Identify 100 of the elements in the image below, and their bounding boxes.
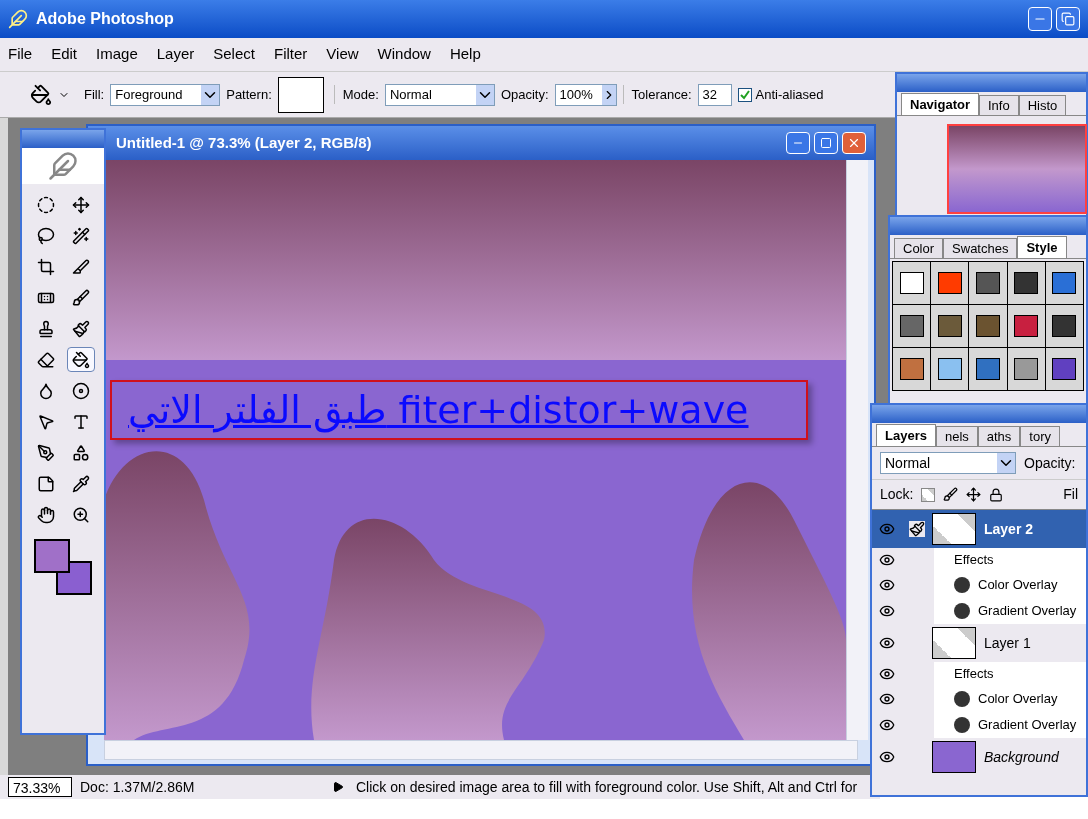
mode-label: Mode: <box>333 84 379 105</box>
panel-tab[interactable]: Style <box>1017 236 1067 258</box>
menu-item[interactable]: Edit <box>51 43 78 66</box>
style-swatch[interactable] <box>937 358 962 380</box>
effect-name: Color Overlay <box>978 690 1058 709</box>
status-hint: Click on desired image area to fill with foreground color. Use Shift, Alt and Ctrl for <box>356 777 858 797</box>
style-swatch[interactable] <box>1014 358 1039 380</box>
menu-item[interactable]: Image <box>96 43 138 66</box>
fill-label: Fil <box>1063 485 1078 504</box>
lock-label: Lock: <box>880 485 914 504</box>
vertical-scrollbar[interactable] <box>846 160 868 740</box>
effects-label: Effects <box>953 551 994 570</box>
status-menu-icon[interactable] <box>332 781 344 793</box>
visibility-eye-icon[interactable] <box>879 749 895 765</box>
window-title: Adobe Photoshop <box>36 9 174 29</box>
paint-bucket-icon[interactable] <box>66 347 95 372</box>
dropdown-caret-icon[interactable] <box>997 453 1015 473</box>
effect-name: Gradient Overlay <box>978 716 1077 735</box>
panel-tab[interactable]: Swatches <box>943 238 1018 258</box>
style-swatch[interactable] <box>937 272 962 294</box>
lock-transparency-icon[interactable] <box>921 487 936 502</box>
style-swatch[interactable] <box>1052 315 1077 337</box>
style-swatch[interactable] <box>976 358 1000 380</box>
color-swatch[interactable] <box>34 539 70 573</box>
menu-item[interactable]: Select <box>213 43 255 66</box>
menu-item[interactable]: File <box>8 43 33 66</box>
style-swatch[interactable] <box>1052 358 1077 380</box>
layer-row[interactable]: Layer 2 <box>872 510 1086 548</box>
panel-tab[interactable]: Info <box>978 95 1019 115</box>
document-title: Untitled-1 @ 73.3% (Layer 2, RGB/8) <box>116 132 372 153</box>
fill-dropdown[interactable]: Foreground <box>110 83 221 106</box>
visibility-eye-icon[interactable] <box>879 577 895 593</box>
minimize-icon[interactable] <box>786 132 810 154</box>
blend-mode-dropdown[interactable]: Normal <box>880 452 1016 474</box>
visibility-eye-icon[interactable] <box>879 635 895 651</box>
panel-tab[interactable]: Histo <box>1018 95 1067 115</box>
active-brush-icon <box>909 521 925 537</box>
tolerance-field[interactable]: 32 <box>697 83 732 106</box>
panel-tab[interactable]: Color <box>894 238 944 258</box>
pattern-label: Pattern: <box>226 85 272 104</box>
effect-icon <box>954 603 970 619</box>
panel-tab[interactable]: Navigator <box>901 93 979 115</box>
style-swatch[interactable] <box>899 272 924 294</box>
opacity-field[interactable]: 100% <box>554 83 617 106</box>
style-swatch[interactable] <box>899 315 924 337</box>
panel-tab[interactable]: Layers <box>876 424 936 446</box>
menu-item[interactable]: View <box>326 43 359 66</box>
anti-aliased-checkbox[interactable]: Anti-aliased <box>737 84 824 105</box>
fill-label: Fill: <box>84 85 105 104</box>
tool-preset-icon[interactable] <box>30 83 52 106</box>
layer-thumbnail <box>932 627 976 659</box>
zoom-field[interactable]: 73.33% <box>8 777 72 797</box>
app-icon <box>8 9 28 29</box>
effect-name: Gradient Overlay <box>978 602 1077 621</box>
style-swatch[interactable] <box>976 315 1000 337</box>
lock-icon[interactable] <box>989 487 1004 502</box>
visibility-eye-icon[interactable] <box>879 717 895 733</box>
style-swatch[interactable] <box>937 315 962 337</box>
minimize-icon[interactable] <box>1028 7 1052 31</box>
layer-name: Background <box>984 747 1059 767</box>
layer-name: Layer 1 <box>984 633 1031 653</box>
dropdown-caret-icon[interactable] <box>201 84 220 105</box>
lock-brush-icon[interactable] <box>943 487 959 502</box>
close-icon[interactable] <box>842 132 866 154</box>
maximize-icon[interactable] <box>814 132 838 154</box>
panel-tab[interactable]: tory <box>1020 426 1061 446</box>
effect-name: Color Overlay <box>978 576 1058 595</box>
style-swatch[interactable] <box>1014 272 1039 294</box>
tolerance-label: Tolerance: <box>622 84 692 105</box>
effects-label: Effects <box>953 665 994 684</box>
menu-item[interactable]: Filter <box>273 43 308 66</box>
effect-icon <box>954 577 970 593</box>
style-swatch[interactable] <box>899 358 924 380</box>
opacity-label: Opacity: <box>500 85 549 104</box>
restore-icon[interactable] <box>1056 7 1080 31</box>
visibility-eye-icon[interactable] <box>879 552 895 568</box>
effect-icon <box>954 717 970 733</box>
style-swatch[interactable] <box>976 272 1000 294</box>
visibility-eye-icon[interactable] <box>879 691 895 707</box>
style-swatch[interactable] <box>1052 272 1077 294</box>
menu-item[interactable]: Help <box>449 43 481 66</box>
layer-name: Layer 2 <box>984 519 1034 539</box>
dropdown-caret-icon[interactable] <box>475 84 494 105</box>
panel-tab[interactable]: aths <box>977 426 1021 446</box>
check-icon <box>739 89 750 100</box>
panel-tab[interactable]: nels <box>935 426 978 446</box>
mode-dropdown[interactable]: Normal <box>384 83 495 106</box>
lock-move-icon[interactable] <box>966 487 982 502</box>
opacity-label: Opacity: <box>1024 453 1076 473</box>
horizontal-scrollbar[interactable] <box>104 740 858 760</box>
effect-icon <box>954 691 970 707</box>
style-swatch[interactable] <box>1014 315 1039 337</box>
doc-size: Doc: 1.37M/2.86M <box>79 777 196 797</box>
visibility-eye-icon[interactable] <box>879 603 895 619</box>
pattern-picker[interactable] <box>277 76 324 113</box>
visibility-eye-icon[interactable] <box>879 666 895 682</box>
layer-thumbnail <box>932 513 976 545</box>
menu-item[interactable]: Layer <box>156 43 195 66</box>
menu-item[interactable]: Window <box>377 43 431 66</box>
feather-logo-icon <box>48 151 78 181</box>
